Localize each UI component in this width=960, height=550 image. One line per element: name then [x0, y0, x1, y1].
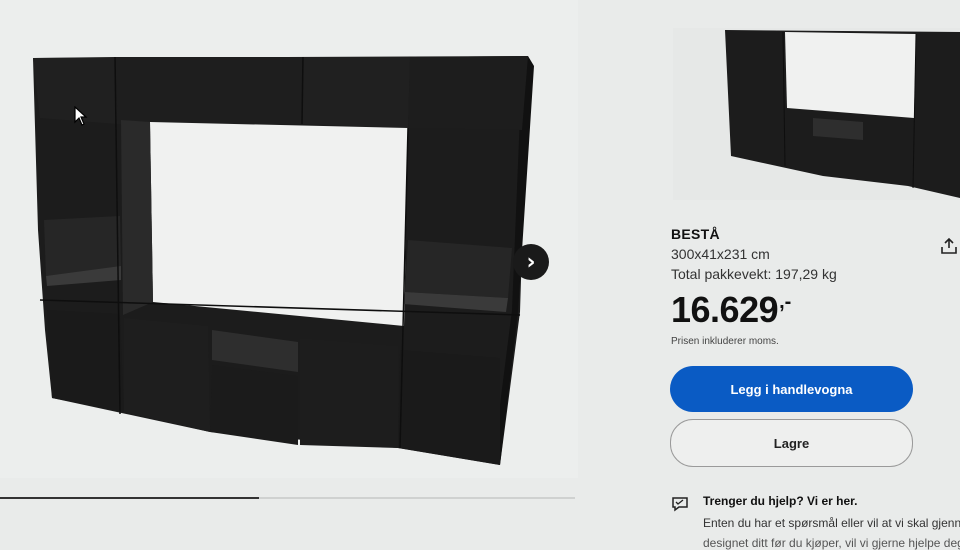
price-suffix: ,- [779, 291, 792, 313]
help-title[interactable]: Trenger du hjelp? Vi er her. [703, 494, 858, 508]
price: 16.629 ,- [671, 290, 960, 330]
save-button[interactable]: Lagre [670, 419, 913, 467]
product-dimensions: 300x41x231 cm [671, 246, 770, 262]
add-to-cart-button[interactable]: Legg i handlevogna [670, 366, 913, 412]
package-weight: Total pakkevekt: 197,29 kg [671, 266, 837, 282]
next-image-button[interactable]: › [513, 244, 549, 280]
gallery-progress-fill [0, 497, 259, 499]
main-product-image[interactable]: › [0, 0, 578, 499]
help-text: Enten du har et spørsmål eller vil at vi… [703, 516, 960, 530]
share-icon[interactable] [940, 237, 958, 255]
product-thumbnail[interactable] [673, 28, 960, 200]
besta-thumbnail-image [673, 28, 960, 200]
product-info: BESTÅ 300x41x231 cm Total pakkevekt: 197… [671, 226, 960, 347]
help-text-cut: designet ditt før du kjøper, vil vi gjer… [703, 536, 960, 550]
gallery-progress-bar [0, 497, 575, 499]
chevron-right-icon: › [526, 249, 536, 275]
chat-bubble-icon [672, 497, 688, 512]
mouse-pointer-icon [74, 106, 88, 126]
price-amount: 16.629 [671, 289, 779, 330]
vat-note: Prisen inkluderer moms. [671, 336, 779, 347]
besta-tv-storage-image [33, 56, 534, 465]
product-name: BESTÅ [671, 226, 720, 242]
